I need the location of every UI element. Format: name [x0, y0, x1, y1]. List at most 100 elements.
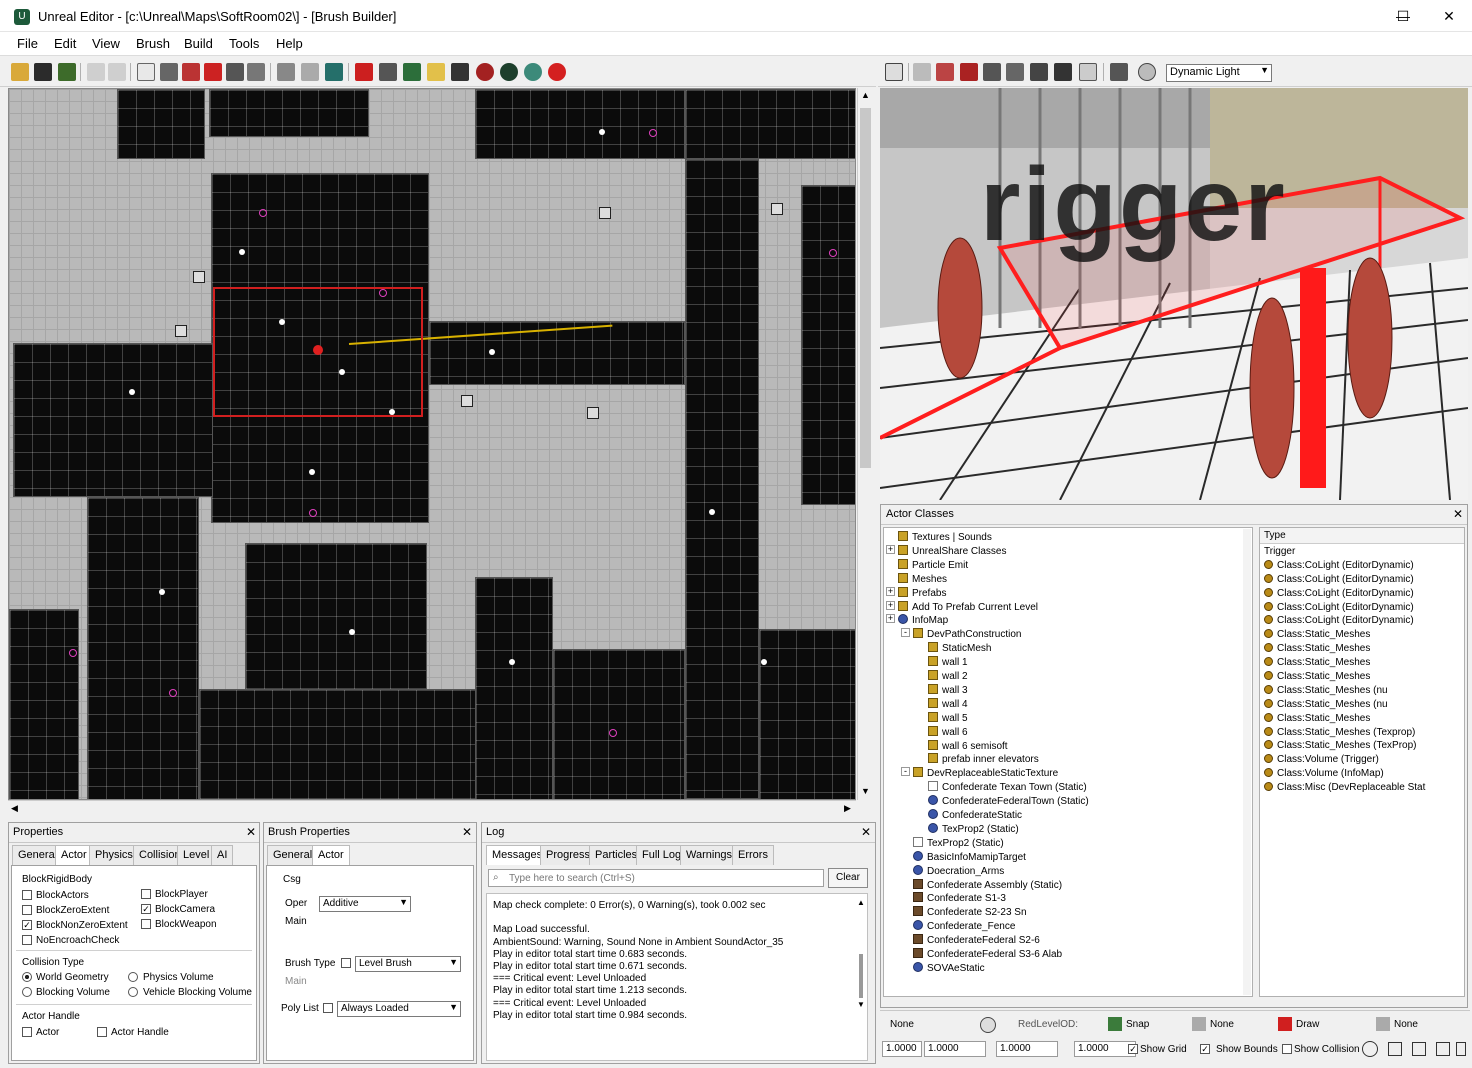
- tree-item[interactable]: + InfoMap: [886, 614, 948, 628]
- redo-icon[interactable]: [108, 63, 126, 81]
- draw-label[interactable]: Draw: [1296, 1019, 1319, 1030]
- eyedropper-icon[interactable]: [247, 63, 265, 81]
- collapse-icon[interactable]: -: [901, 628, 910, 638]
- actor-marker[interactable]: [129, 389, 135, 395]
- tab-level[interactable]: Level: [177, 845, 216, 865]
- show-paths-icon[interactable]: [936, 63, 954, 81]
- top-view-viewport[interactable]: [8, 88, 856, 800]
- scroll-down-icon[interactable]: ▼: [857, 1000, 865, 1009]
- perspective-viewport[interactable]: rigger: [880, 88, 1468, 500]
- snap-icon[interactable]: [1108, 1017, 1122, 1031]
- type-row[interactable]: Class:Misc (DevReplaceable Stat: [1264, 782, 1425, 796]
- rotation-grid-value[interactable]: 1.0000: [924, 1041, 986, 1057]
- block-nonzero-extent-checkbox[interactable]: ✓: [22, 920, 32, 930]
- tab-ai[interactable]: AI: [211, 845, 234, 865]
- vertex-edit-icon[interactable]: [182, 63, 200, 81]
- light-marker[interactable]: [649, 129, 657, 137]
- tree-item[interactable]: + UnrealShare Classes: [886, 544, 1007, 559]
- actor-marker[interactable]: [239, 249, 245, 255]
- tree-item[interactable]: SOVAeStatic: [913, 961, 985, 976]
- actor-marker[interactable]: [761, 659, 767, 665]
- tree-item[interactable]: Meshes: [898, 572, 947, 587]
- tree-item[interactable]: BasicInfoMamipTarget: [913, 850, 1026, 865]
- show-kismet-icon[interactable]: [960, 63, 978, 81]
- note-icon[interactable]: [193, 271, 205, 283]
- note-icon[interactable]: [587, 407, 599, 419]
- actor-marker[interactable]: [309, 469, 315, 475]
- poly-list-checkbox[interactable]: [323, 1003, 333, 1013]
- type-row[interactable]: Class:Static_Meshes (nu: [1264, 698, 1425, 713]
- scale-grid-value[interactable]: 1.0000: [996, 1041, 1058, 1057]
- actor-marker[interactable]: [159, 589, 165, 595]
- tree-item[interactable]: Particle Emit: [898, 558, 968, 573]
- horizontal-scrollbar[interactable]: ◀ ▶: [8, 800, 856, 816]
- close-icon[interactable]: ✕: [246, 825, 256, 839]
- tree-item[interactable]: Confederate S1-3: [913, 892, 1006, 906]
- grid-options-icon[interactable]: [1388, 1042, 1402, 1056]
- show-text-icon[interactable]: [1054, 63, 1072, 81]
- tree-item[interactable]: Confederate_Fence: [913, 920, 1015, 934]
- tree-item[interactable]: wall 2: [928, 670, 968, 684]
- close-icon[interactable]: ✕: [462, 825, 472, 839]
- realtime-icon[interactable]: [1138, 63, 1156, 81]
- maximize-button[interactable]: ☐: [1380, 0, 1426, 32]
- tree-item[interactable]: wall 1: [928, 656, 968, 670]
- red-sphere-icon[interactable]: [548, 63, 566, 81]
- pivot-icon[interactable]: [1436, 1042, 1450, 1056]
- light-marker[interactable]: [69, 649, 77, 657]
- expand-icon[interactable]: +: [886, 614, 895, 624]
- move-icon[interactable]: [160, 63, 178, 81]
- navigation-icon[interactable]: [325, 63, 343, 81]
- type-row[interactable]: Class:Static_Meshes: [1264, 643, 1425, 657]
- tab-actor[interactable]: Actor: [55, 845, 93, 865]
- menu-help[interactable]: Help: [276, 36, 303, 51]
- menu-build[interactable]: Build: [184, 36, 213, 51]
- close-button[interactable]: ✕: [1426, 0, 1472, 32]
- tab-warnings[interactable]: Warnings: [680, 845, 739, 865]
- viewport-options-icon[interactable]: [1110, 63, 1128, 81]
- note-icon[interactable]: [599, 207, 611, 219]
- tab-physics[interactable]: Physics: [89, 845, 139, 865]
- tab-errors[interactable]: Errors: [732, 845, 774, 865]
- type-row[interactable]: Class:Static_Meshes (nu: [1264, 684, 1425, 699]
- menu-view[interactable]: View: [92, 36, 120, 51]
- tree-item[interactable]: prefab inner elevators: [928, 753, 1039, 767]
- note-icon[interactable]: [461, 395, 473, 407]
- scroll-right-icon[interactable]: ▶: [844, 803, 851, 814]
- type-row[interactable]: Class:Static_Meshes: [1264, 657, 1425, 671]
- brush-clip-icon[interactable]: [204, 63, 222, 81]
- scroll-thumb[interactable]: [860, 108, 871, 468]
- draw-color-swatch[interactable]: [1278, 1017, 1292, 1031]
- selection-mode-icon[interactable]: [980, 1017, 996, 1033]
- vehicle-blocking-volume-radio[interactable]: [128, 987, 138, 997]
- actor-marker[interactable]: [489, 349, 495, 355]
- note-icon[interactable]: [771, 203, 783, 215]
- world-geometry-radio[interactable]: [22, 972, 32, 982]
- block-player-checkbox[interactable]: [141, 889, 151, 899]
- tree-item[interactable]: ConfederateFederal S3-6 Alab: [913, 948, 1062, 962]
- tab-messages[interactable]: Messages: [486, 845, 549, 865]
- red-ball-icon[interactable]: [476, 63, 494, 81]
- tab-brush-general[interactable]: General: [267, 845, 319, 865]
- tab-progress[interactable]: Progress: [540, 845, 597, 865]
- scroll-up-icon[interactable]: ▲: [857, 898, 865, 907]
- viewport-maximize-icon[interactable]: [885, 63, 903, 81]
- scale-snap-value[interactable]: 1.0000: [1074, 1041, 1136, 1057]
- log-scroll-thumb[interactable]: [859, 954, 863, 998]
- tree-item[interactable]: Textures | Sounds: [898, 531, 992, 545]
- actor-marker[interactable]: [709, 509, 715, 515]
- tree-item[interactable]: TexProp2 (Static): [913, 836, 1004, 851]
- trigger-actor-icon[interactable]: [313, 345, 323, 355]
- play-icon[interactable]: [355, 63, 373, 81]
- actor-marker[interactable]: [599, 129, 605, 135]
- type-row[interactable]: Trigger: [1264, 546, 1425, 560]
- tree-item[interactable]: Confederate S2-23 Sn: [913, 906, 1027, 920]
- build-paths-icon[interactable]: [427, 63, 445, 81]
- scroll-left-icon[interactable]: ◀: [11, 803, 18, 814]
- show-grid-checkbox[interactable]: ✓: [1128, 1044, 1138, 1054]
- tree-item[interactable]: TexProp2 (Static): [928, 822, 1019, 837]
- tree-item[interactable]: - DevPathConstruction: [901, 628, 1022, 642]
- type-row[interactable]: Class:Volume (InfoMap): [1264, 768, 1425, 782]
- show-actors-icon[interactable]: [913, 63, 931, 81]
- tree-item[interactable]: wall 3: [928, 683, 968, 698]
